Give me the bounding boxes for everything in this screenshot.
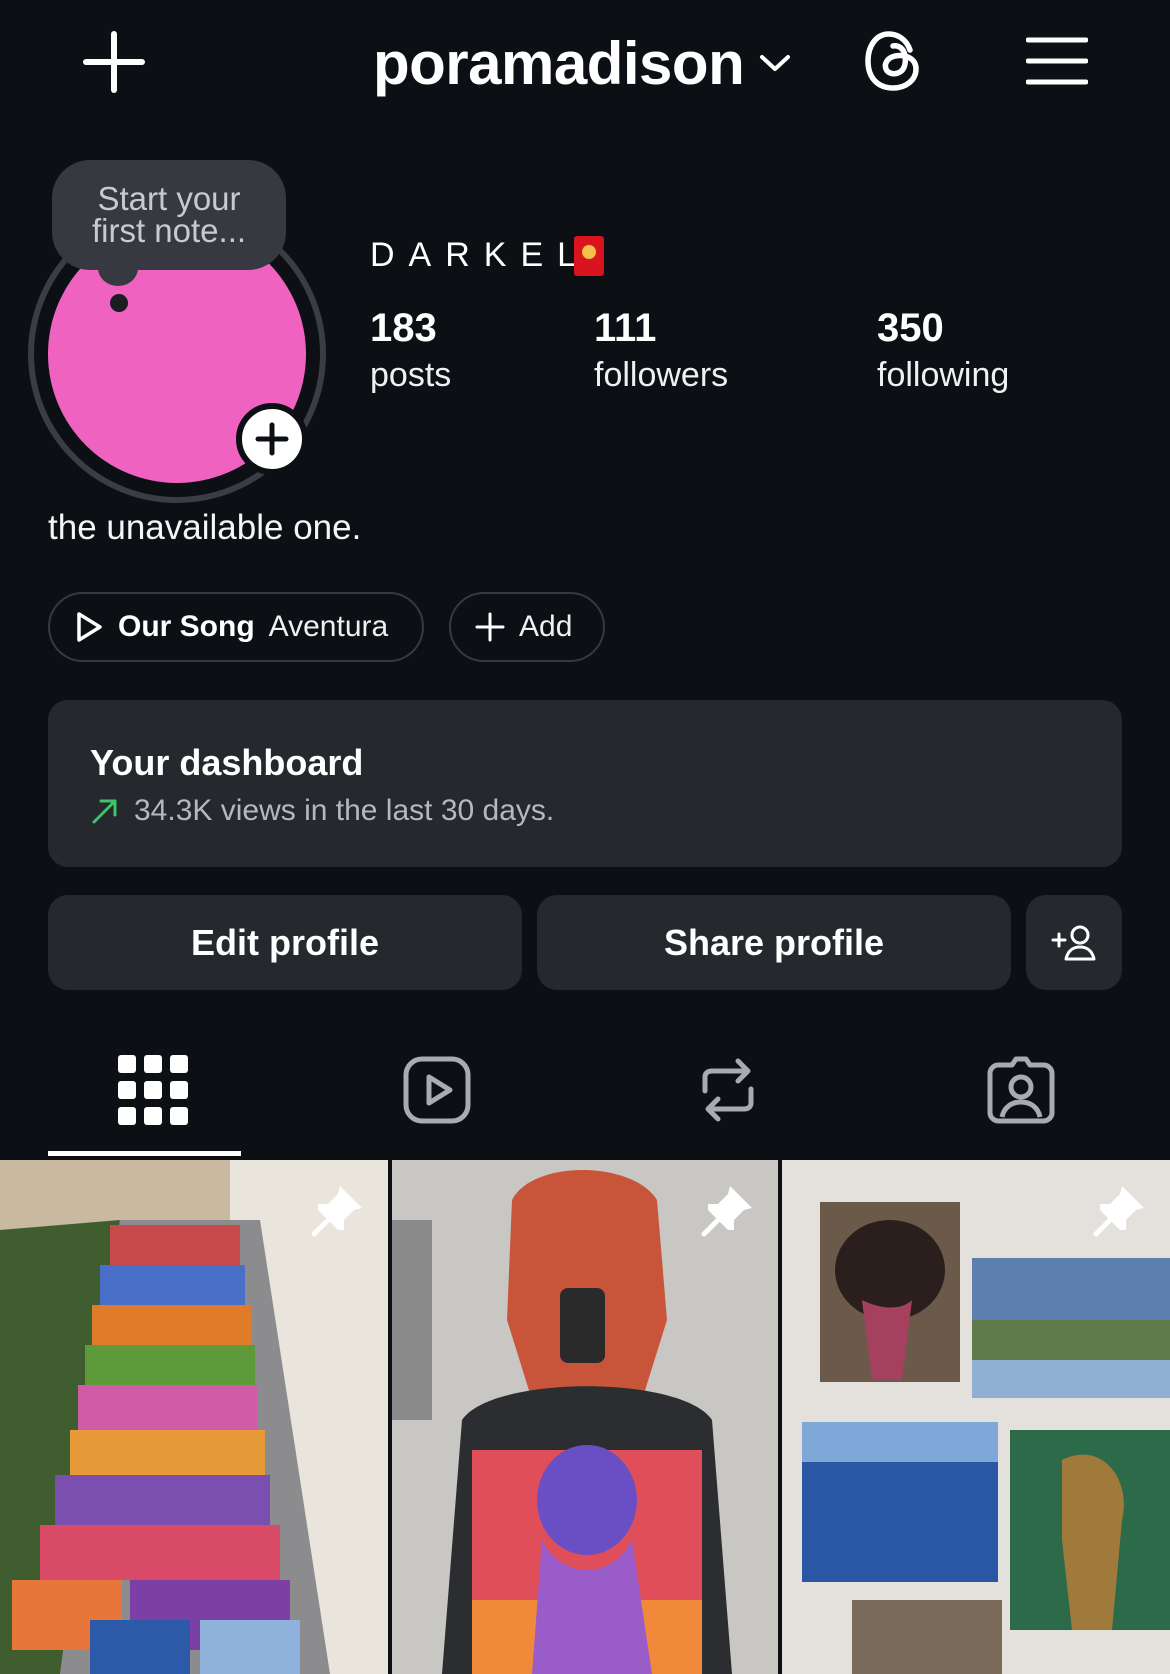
tagged-person-icon[interactable] bbox=[986, 1055, 1056, 1125]
trend-up-arrow-icon bbox=[92, 799, 117, 824]
username-title: poramadison bbox=[373, 29, 745, 97]
posts-label: posts bbox=[370, 356, 452, 394]
plus-icon bbox=[255, 422, 289, 456]
following-count: 350 bbox=[877, 306, 944, 350]
threads-icon[interactable] bbox=[862, 26, 924, 96]
post-thumbnail[interactable] bbox=[782, 1160, 1170, 1674]
add-person-icon bbox=[1051, 925, 1096, 960]
following-label: following bbox=[877, 356, 1010, 394]
song-title: Our Song bbox=[118, 610, 255, 643]
pin-icon bbox=[1093, 1186, 1144, 1237]
add-label: Add bbox=[519, 610, 573, 643]
professional-dashboard[interactable]: Your dashboard 34.3K views in the last 3… bbox=[48, 700, 1122, 867]
note-bubble[interactable]: Start your first note... bbox=[52, 160, 286, 270]
plus-icon bbox=[475, 612, 505, 642]
bio-text: the unavailable one. bbox=[48, 508, 362, 547]
post-thumbnail[interactable] bbox=[0, 1160, 388, 1674]
post-thumbnail[interactable] bbox=[392, 1160, 778, 1674]
add-link-chip[interactable]: Add bbox=[449, 592, 605, 662]
following-stat[interactable]: 350 following bbox=[877, 304, 1009, 396]
chevron-down-icon bbox=[760, 55, 791, 71]
active-tab-indicator bbox=[48, 1151, 241, 1156]
hamburger-menu-icon[interactable] bbox=[1026, 36, 1088, 86]
followers-label: followers bbox=[594, 356, 729, 394]
pin-icon bbox=[311, 1186, 362, 1237]
dashboard-views-text: 34.3K views in the last 30 days. bbox=[134, 794, 555, 827]
add-story-button[interactable] bbox=[236, 403, 308, 475]
edit-profile-button[interactable]: Edit profile bbox=[48, 895, 522, 990]
posts-count: 183 bbox=[370, 306, 437, 350]
pin-icon bbox=[701, 1186, 752, 1237]
share-profile-button[interactable]: Share profile bbox=[537, 895, 1011, 990]
followers-count: 111 bbox=[594, 306, 657, 350]
note-line-1: Start your bbox=[97, 180, 241, 217]
dashboard-subtitle-row: 34.3K views in the last 30 days. bbox=[90, 794, 1122, 828]
repost-icon[interactable] bbox=[693, 1055, 763, 1125]
note-line-2: first note... bbox=[91, 212, 247, 249]
song-artist: Aventura bbox=[268, 610, 389, 643]
display-name: DARKEL bbox=[370, 236, 591, 274]
new-post-plus-icon[interactable] bbox=[82, 30, 146, 94]
followers-stat[interactable]: 111 followers bbox=[594, 304, 728, 396]
posts-stat[interactable]: 183 posts bbox=[370, 304, 451, 396]
note-bubble-dot bbox=[110, 294, 128, 312]
dashboard-title: Your dashboard bbox=[90, 742, 364, 783]
account-switcher[interactable]: poramadison bbox=[373, 28, 792, 98]
profile-song-chip[interactable]: Our Song Aventura bbox=[48, 592, 424, 662]
discover-people-button[interactable] bbox=[1026, 895, 1122, 990]
reels-icon[interactable] bbox=[402, 1055, 472, 1125]
play-icon bbox=[77, 612, 102, 642]
red-envelope-emoji bbox=[574, 236, 604, 276]
grid-icon[interactable] bbox=[118, 1055, 188, 1125]
